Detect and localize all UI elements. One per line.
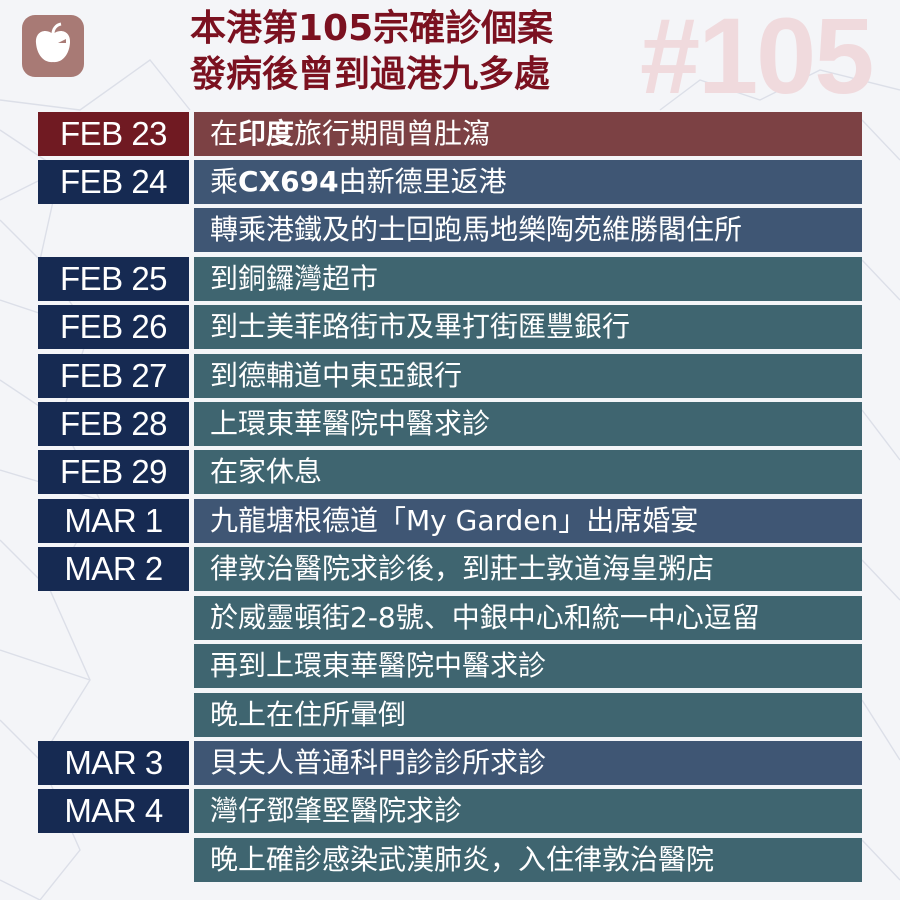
event-cell: 晚上確診感染武漢肺炎，入住律敦治醫院 [194,838,862,882]
timeline-row: 晚上確診感染武漢肺炎，入住律敦治醫院 [0,838,900,882]
date-cell: FEB 26 [38,305,189,349]
title-line-1: 本港第105宗確診個案 [190,8,554,49]
timeline-row: 於威靈頓街2-8號、中銀中心和統一中心逗留 [0,596,900,640]
date-cell: FEB 24 [38,160,189,204]
date-cell: FEB 23 [38,112,189,156]
timeline-row: FEB 24 乘CX694由新德里返港 [0,160,900,204]
timeline-row: FEB 23 在印度旅行期間曾肚瀉 [0,112,900,156]
event-cell: 乘CX694由新德里返港 [194,160,862,204]
event-cell: 在家休息 [194,450,862,494]
page-title: 本港第105宗確診個案 發病後曾到過港九多處 [190,6,660,98]
event-cell: 律敦治醫院求診後，到莊士敦道海皇粥店 [194,547,862,591]
brand-logo [22,15,84,77]
event-cell: 晚上在住所暈倒 [194,693,862,737]
date-cell: MAR 2 [38,547,189,591]
case-number-watermark: #105 [640,0,874,116]
timeline-row: FEB 26 到士美菲路街市及畢打街匯豐銀行 [0,305,900,349]
date-cell: MAR 4 [38,789,189,833]
event-cell: 再到上環東華醫院中醫求診 [194,644,862,688]
event-cell: 到士美菲路街市及畢打街匯豐銀行 [194,305,862,349]
event-cell: 貝夫人普通科門診診所求診 [194,741,862,785]
date-cell: FEB 25 [38,257,189,301]
timeline-row: FEB 25 到銅鑼灣超市 [0,257,900,301]
timeline-row: 轉乘港鐵及的士回跑馬地樂陶苑維勝閣住所 [0,208,900,252]
event-cell: 到銅鑼灣超市 [194,257,862,301]
timeline-row: FEB 28 上環東華醫院中醫求診 [0,402,900,446]
timeline-row: MAR 4 灣仔鄧肇堅醫院求診 [0,789,900,833]
timeline-row: 再到上環東華醫院中醫求診 [0,644,900,688]
event-cell: 九龍塘根德道「My Garden」出席婚宴 [194,499,862,543]
event-cell: 上環東華醫院中醫求診 [194,402,862,446]
timeline-row: FEB 27 到德輔道中東亞銀行 [0,354,900,398]
timeline-row: FEB 29 在家休息 [0,450,900,494]
event-cell: 灣仔鄧肇堅醫院求診 [194,789,862,833]
event-cell: 於威靈頓街2-8號、中銀中心和統一中心逗留 [194,596,862,640]
title-line-2: 發病後曾到過港九多處 [190,54,551,95]
date-cell: FEB 29 [38,450,189,494]
date-cell: FEB 27 [38,354,189,398]
date-cell: MAR 1 [38,499,189,543]
event-cell: 轉乘港鐵及的士回跑馬地樂陶苑維勝閣住所 [194,208,862,252]
timeline-row: 晚上在住所暈倒 [0,693,900,737]
timeline-row: MAR 3 貝夫人普通科門診診所求診 [0,741,900,785]
timeline-row: MAR 2 律敦治醫院求診後，到莊士敦道海皇粥店 [0,547,900,591]
timeline-row: MAR 1 九龍塘根德道「My Garden」出席婚宴 [0,499,900,543]
event-cell: 在印度旅行期間曾肚瀉 [194,112,862,156]
date-cell: MAR 3 [38,741,189,785]
apple-logo-icon [35,22,71,63]
date-cell: FEB 28 [38,402,189,446]
event-cell: 到德輔道中東亞銀行 [194,354,862,398]
